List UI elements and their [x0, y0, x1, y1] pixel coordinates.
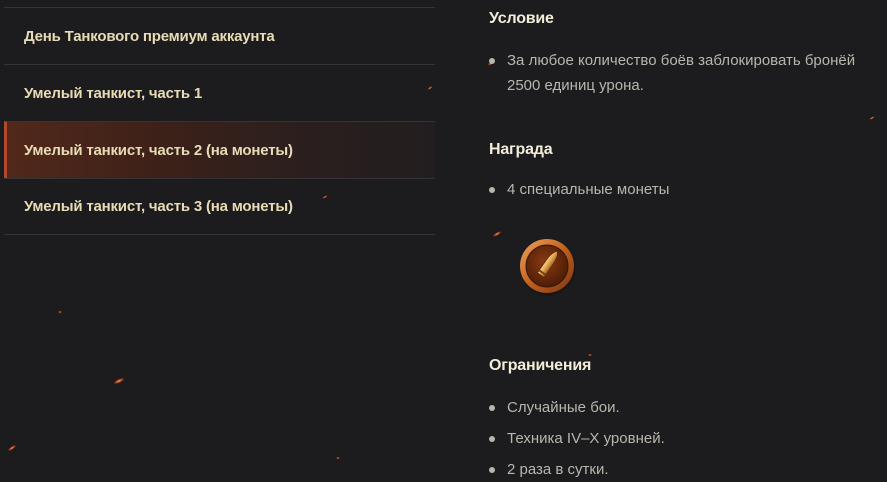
sidebar-item-label: Умелый танкист, часть 1	[24, 84, 202, 102]
condition-text: За любое количество боёв заблокировать б…	[507, 52, 856, 94]
condition-bullet: За любое количество боёв заблокировать б…	[489, 48, 887, 98]
restriction-bullet: 2 раза в сутки.	[489, 457, 887, 482]
bullet-dot-icon	[489, 58, 495, 64]
bullet-dot-icon	[489, 187, 495, 193]
restriction-bullet: Случайные бои.	[489, 395, 887, 420]
sidebar-item-label: Умелый танкист, часть 3 (на монеты)	[24, 198, 293, 215]
bullet-dot-icon	[489, 436, 495, 442]
bullet-dot-icon	[489, 467, 495, 473]
sidebar-menu: День Танкового премиум аккаунта Умелый т…	[4, 7, 435, 235]
restriction-text: Случайные бои.	[507, 399, 620, 416]
sidebar-item-premium-day[interactable]: День Танкового премиум аккаунта	[4, 7, 435, 64]
reward-bullet: 4 специальные монеты	[489, 177, 887, 202]
bullet-dot-icon	[489, 405, 495, 411]
condition-title: Условие	[489, 10, 554, 27]
reward-text: 4 специальные монеты	[507, 181, 670, 198]
restriction-bullet: Техника IV–X уровней.	[489, 426, 887, 451]
restrictions-title: Ограничения	[489, 357, 592, 374]
bullet-coin-icon	[518, 237, 578, 297]
sidebar-item-skilled-tanker-2[interactable]: Умелый танкист, часть 2 (на монеты)	[4, 121, 435, 178]
restriction-text: Техника IV–X уровней.	[507, 430, 665, 447]
sidebar-item-label: День Танкового премиум аккаунта	[24, 27, 275, 45]
sidebar-item-skilled-tanker-1[interactable]: Умелый танкист, часть 1	[4, 64, 435, 121]
sidebar-item-skilled-tanker-3[interactable]: Умелый танкист, часть 3 (на монеты)	[4, 178, 435, 235]
reward-title: Награда	[489, 141, 553, 158]
sidebar-item-label: Умелый танкист, часть 2 (на монеты)	[24, 141, 293, 159]
restriction-text: 2 раза в сутки.	[507, 461, 609, 478]
